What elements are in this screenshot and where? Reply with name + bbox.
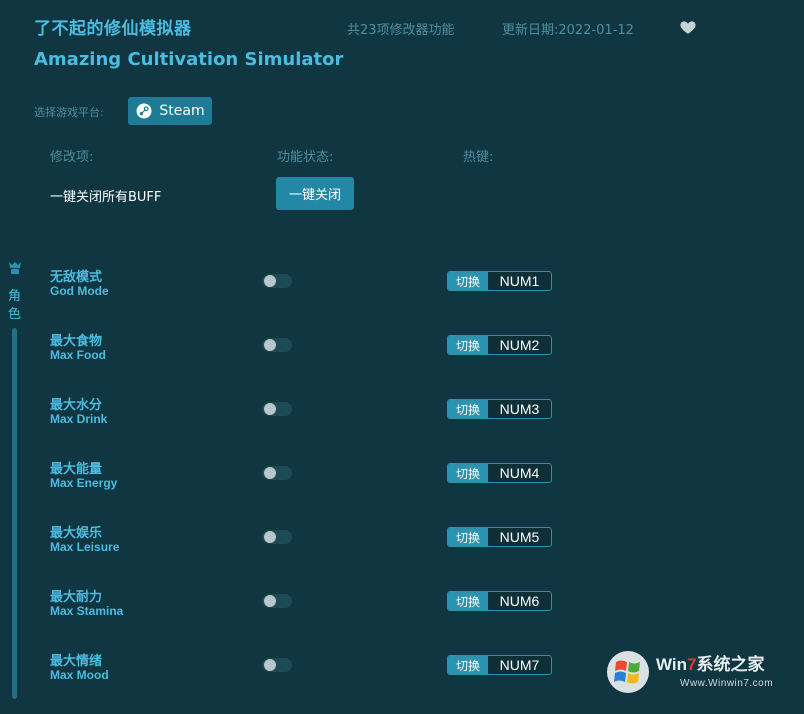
steam-label: Steam — [159, 103, 205, 119]
platform-label: 选择游戏平台: — [34, 106, 104, 119]
windows-logo-icon — [607, 651, 649, 693]
hotkey-key: NUM1 — [488, 272, 551, 290]
hotkey-key: NUM2 — [488, 336, 551, 354]
close-all-button[interactable]: 一键关闭 — [276, 177, 354, 210]
cheat-toggle[interactable] — [262, 402, 292, 416]
steam-platform-button[interactable]: Steam — [128, 97, 212, 125]
cheat-row: 最大能量 Max Energy 切换 NUM4 — [0, 458, 804, 522]
cheat-row: 无敌模式 God Mode 切换 NUM1 — [0, 266, 804, 330]
hotkey-action: 切换 — [448, 272, 488, 290]
cheat-name-cn: 最大能量 — [50, 462, 103, 477]
close-all-buff-label: 一键关闭所有BUFF — [50, 190, 162, 205]
app-title-en: Amazing Cultivation Simulator — [34, 49, 344, 70]
cheat-toggle[interactable] — [262, 466, 292, 480]
cheat-toggle[interactable] — [262, 594, 292, 608]
hotkey-action: 切换 — [448, 656, 488, 674]
hotkey-badge[interactable]: 切换 NUM7 — [447, 655, 552, 675]
column-header-item: 修改项: — [50, 150, 94, 165]
heart-icon[interactable] — [679, 18, 697, 36]
watermark-brand-a: Win — [656, 655, 688, 674]
hotkey-action: 切换 — [448, 464, 488, 482]
hotkey-action: 切换 — [448, 528, 488, 546]
hotkey-badge[interactable]: 切换 NUM4 — [447, 463, 552, 483]
watermark-url: Www.Winwin7.com — [680, 678, 774, 689]
hotkey-key: NUM4 — [488, 464, 551, 482]
cheat-row: 最大耐力 Max Stamina 切换 NUM6 — [0, 586, 804, 650]
hotkey-badge[interactable]: 切换 NUM6 — [447, 591, 552, 611]
cheat-name-en: Max Leisure — [50, 540, 120, 554]
watermark: Win7系统之家 Www.Winwin7.com — [604, 644, 804, 699]
hotkey-action: 切换 — [448, 336, 488, 354]
watermark-brand: Win7系统之家 — [656, 650, 764, 675]
feature-count: 共23项修改器功能 — [347, 23, 455, 38]
cheat-name-cn: 无敌模式 — [50, 270, 103, 285]
cheat-row: 最大娱乐 Max Leisure 切换 NUM5 — [0, 522, 804, 586]
hotkey-badge[interactable]: 切换 NUM5 — [447, 527, 552, 547]
hotkey-key: NUM3 — [488, 400, 551, 418]
app-title-cn: 了不起的修仙模拟器 — [34, 19, 192, 39]
cheat-name-cn: 最大娱乐 — [50, 526, 103, 541]
cheat-toggle[interactable] — [262, 658, 292, 672]
cheat-toggle[interactable] — [262, 338, 292, 352]
cheat-row: 最大水分 Max Drink 切换 NUM3 — [0, 394, 804, 458]
cheat-name-cn: 最大情绪 — [50, 654, 103, 669]
column-header-status: 功能状态: — [277, 150, 334, 165]
cheat-name-en: Max Drink — [50, 412, 108, 426]
cheat-name-en: Max Mood — [50, 668, 109, 682]
hotkey-key: NUM7 — [488, 656, 551, 674]
steam-icon — [136, 103, 152, 119]
cheat-toggle[interactable] — [262, 274, 292, 288]
update-date: 更新日期:2022-01-12 — [502, 23, 634, 38]
cheat-name-cn: 最大耐力 — [50, 590, 103, 605]
cheat-name-cn: 最大食物 — [50, 334, 103, 349]
hotkey-key: NUM6 — [488, 592, 551, 610]
cheat-name-en: God Mode — [50, 284, 109, 298]
hotkey-badge[interactable]: 切换 NUM3 — [447, 399, 552, 419]
hotkey-badge[interactable]: 切换 NUM1 — [447, 271, 552, 291]
hotkey-badge[interactable]: 切换 NUM2 — [447, 335, 552, 355]
hotkey-action: 切换 — [448, 592, 488, 610]
hotkey-key: NUM5 — [488, 528, 551, 546]
cheat-name-en: Max Energy — [50, 476, 118, 490]
cheat-name-en: Max Stamina — [50, 604, 124, 618]
cheat-name-cn: 最大水分 — [50, 398, 103, 413]
hotkey-action: 切换 — [448, 400, 488, 418]
column-header-hotkey: 热键: — [463, 150, 494, 165]
cheat-name-en: Max Food — [50, 348, 106, 362]
watermark-brand-c: 系统之家 — [696, 655, 765, 674]
cheat-toggle[interactable] — [262, 530, 292, 544]
cheat-row: 最大食物 Max Food 切换 NUM2 — [0, 330, 804, 394]
